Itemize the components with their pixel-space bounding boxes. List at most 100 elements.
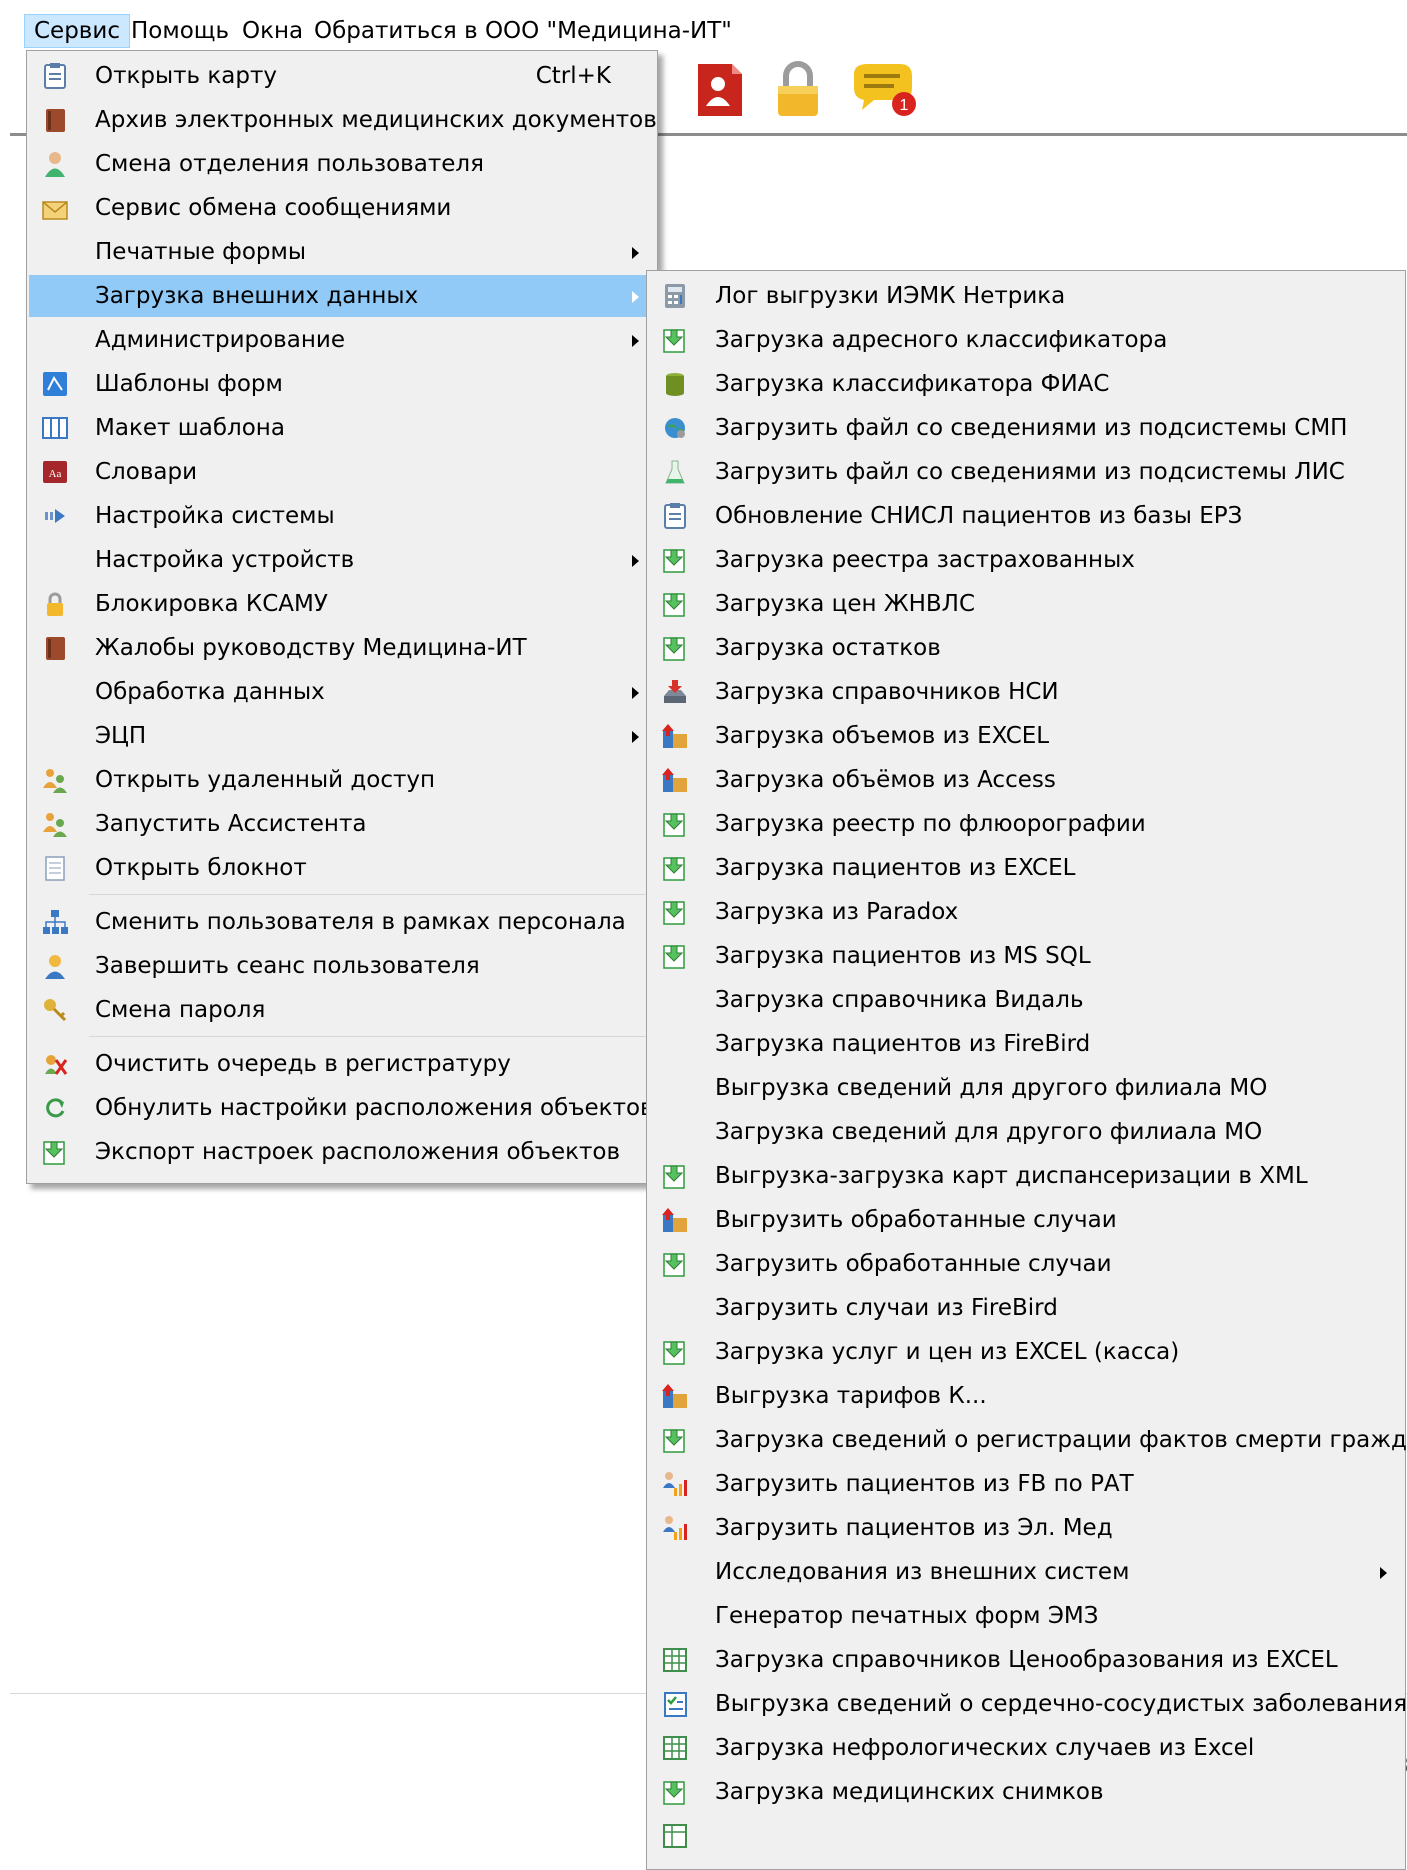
submenu-item[interactable]: Загрузка справочников НСИ <box>649 671 1403 713</box>
submenu-item[interactable]: Выгрузка тарифов К... <box>649 1375 1403 1417</box>
pdf-user-icon[interactable] <box>688 58 752 122</box>
download-doc-icon <box>663 1341 685 1365</box>
submenu-item-label: Загрузка пациентов из FireBird <box>715 1031 1091 1057</box>
notepad-icon <box>45 856 65 881</box>
submenu-item[interactable]: Обновление СНИСЛ пациентов из базы ЕРЗ <box>649 495 1403 537</box>
menu-item-device-settings[interactable]: Настройка устройств <box>29 539 655 581</box>
menu-item-open-card[interactable]: Открыть карту Ctrl+K <box>29 55 655 97</box>
menu-item-messaging[interactable]: Сервис обмена сообщениями <box>29 187 655 229</box>
menu-separator <box>89 894 653 895</box>
submenu-item[interactable]: Загрузка сведений для другого филиала МО <box>649 1111 1403 1153</box>
menu-item-label: Блокировка КСАМУ <box>95 591 328 617</box>
submenu-item[interactable]: Выгрузка сведений для другого филиала МО <box>649 1067 1403 1109</box>
menu-item-label: Печатные формы <box>95 239 307 265</box>
template-icon <box>43 372 67 396</box>
menu-item-label: Очистить очередь в регистратуру <box>95 1051 511 1077</box>
submenu-item[interactable]: Загрузка объёмов из Access <box>649 759 1403 801</box>
user-chart-icon <box>663 1472 687 1496</box>
submenu-item[interactable]: Загрузка нефрологических случаев из Exce… <box>649 1727 1403 1769</box>
download-doc-icon <box>663 329 685 353</box>
submenu-item[interactable]: Загрузить обработанные случаи <box>649 1243 1403 1285</box>
submenu-item[interactable]: Генератор печатных форм ЭМЗ <box>649 1595 1403 1637</box>
submenu-item[interactable]: Загрузка классификатора ФИАС <box>649 363 1403 405</box>
menu-windows[interactable]: Окна <box>233 14 312 48</box>
menu-item-digital-signature[interactable]: ЭЦП <box>29 715 655 757</box>
submenu-item[interactable]: Исследования из внешних систем <box>649 1551 1403 1593</box>
menu-item-label: Архив электронных медицинских документов <box>95 107 657 133</box>
menu-item-administration[interactable]: Администрирование <box>29 319 655 361</box>
menu-item-data-processing[interactable]: Обработка данных <box>29 671 655 713</box>
submenu-item[interactable]: Загрузка из Paradox <box>649 891 1403 933</box>
menu-item-open-notepad[interactable]: Открыть блокнот <box>29 847 655 889</box>
submenu-item[interactable]: Загрузка адресного классификатора <box>649 319 1403 361</box>
submenu-item[interactable]: Выгрузка-загрузка карт диспансеризации в… <box>649 1155 1403 1197</box>
menu-item-print-forms[interactable]: Печатные формы <box>29 231 655 273</box>
submenu-item-label: Загрузка услуг и цен из EXCEL (касса) <box>715 1339 1180 1365</box>
submenu-item[interactable]: Загрузка реестр по флюорографии <box>649 803 1403 845</box>
menu-item-remote-access[interactable]: Открыть удаленный доступ <box>29 759 655 801</box>
menu-item-form-templates[interactable]: Шаблоны форм <box>29 363 655 405</box>
menu-contact[interactable]: Обратиться в ООО "Медицина-ИТ" <box>305 14 741 48</box>
submenu-item[interactable]: Загрузка справочников Ценообразования из… <box>649 1639 1403 1681</box>
submenu-item[interactable]: Загрузить случаи из FireBird <box>649 1287 1403 1329</box>
submenu-item[interactable]: Загрузка пациентов из FireBird <box>649 1023 1403 1065</box>
submenu-item[interactable]: Загрузка пациентов из MS SQL <box>649 935 1403 977</box>
lock-icon <box>47 592 63 616</box>
menu-service[interactable]: Сервис <box>24 14 130 48</box>
submenu-item[interactable]: Загрузка остатков <box>649 627 1403 669</box>
submenu-item-label: Загрузка нефрологических случаев из Exce… <box>715 1735 1255 1761</box>
menu-item-switch-user[interactable]: Сменить пользователя в рамках персонала <box>29 901 655 943</box>
card-icon <box>44 63 66 89</box>
menu-item-complaints[interactable]: Жалобы руководству Медицина-ИТ <box>29 627 655 669</box>
submenu-item[interactable]: Загрузка справочника Видаль <box>649 979 1403 1021</box>
package-upload-icon <box>662 724 687 748</box>
submenu-item[interactable]: Загрузить пациентов из FB по РАТ <box>649 1463 1403 1505</box>
menu-item-dictionaries[interactable]: Aa Словари <box>29 451 655 493</box>
envelope-icon <box>42 201 68 220</box>
menu-item-change-password[interactable]: Смена пароля <box>29 989 655 1031</box>
submenu-item[interactable]: Загрузить файл со сведениями из подсисте… <box>649 407 1403 449</box>
submenu-item[interactable]: Загрузить пациентов из Эл. Мед <box>649 1507 1403 1549</box>
submenu-item-label: Загрузка медицинских снимков <box>715 1779 1104 1805</box>
menu-item-label: Загрузка внешних данных <box>95 283 419 309</box>
submenu-item[interactable]: Загрузка медицинских снимков <box>649 1771 1403 1813</box>
submenu-item-label: Выгрузка сведений о сердечно-сосудистых … <box>715 1691 1407 1717</box>
package-upload-icon <box>662 768 687 792</box>
menu-item-system-settings[interactable]: Настройка системы <box>29 495 655 537</box>
grid-layout-icon <box>42 417 68 439</box>
submenu-item[interactable]: Выгрузка сведений о сердечно-сосудистых … <box>649 1683 1407 1725</box>
menu-item-change-department[interactable]: Смена отделения пользователя <box>29 143 655 185</box>
menu-item-lock-ksamu[interactable]: Блокировка КСАМУ <box>29 583 655 625</box>
menu-item-run-assistant[interactable]: Запустить Ассистента <box>29 803 655 845</box>
submenu-arrow-icon <box>632 335 639 347</box>
menu-item-template-layout[interactable]: Макет шаблона <box>29 407 655 449</box>
submenu-item[interactable]: Загрузка реестра застрахованных <box>649 539 1403 581</box>
submenu-item[interactable]: Загрузка объемов из EXCEL <box>649 715 1403 757</box>
submenu-item[interactable]: Загрузить файл со сведениями из подсисте… <box>649 451 1403 493</box>
submenu-item[interactable]: Загрузка сведений о регистрации фактов с… <box>649 1419 1407 1461</box>
submenu-item[interactable]: Выгрузить обработанные случаи <box>649 1199 1403 1241</box>
shortcut-label: Ctrl+K <box>535 63 611 89</box>
submenu-item[interactable] <box>649 1815 1403 1857</box>
menu-help[interactable]: Помощь <box>122 14 238 48</box>
submenu-item-label: Загрузка из Paradox <box>715 899 959 925</box>
submenu-item[interactable]: Загрузка пациентов из EXCEL <box>649 847 1403 889</box>
download-doc-icon <box>663 813 685 837</box>
menu-item-label: Настройка системы <box>95 503 335 529</box>
submenu-item-label: Загрузка адресного классификатора <box>715 327 1168 353</box>
lock-icon[interactable] <box>766 58 830 122</box>
menu-item-clear-queue[interactable]: Очистить очередь в регистратуру <box>29 1043 655 1085</box>
menu-item-end-session[interactable]: Завершить сеанс пользователя <box>29 945 655 987</box>
menu-item-export-layout[interactable]: Экспорт настроек расположения объектов <box>29 1131 655 1173</box>
menu-item-label: Обработка данных <box>95 679 325 705</box>
submenu-item[interactable]: Лог выгрузки ИЭМК Нетрика <box>649 275 1403 317</box>
menu-item-external-data[interactable]: Загрузка внешних данных <box>29 275 655 317</box>
menu-item-archive[interactable]: Архив электронных медицинских документов <box>29 99 657 141</box>
download-doc-icon <box>663 901 685 925</box>
menu-item-label: Открыть удаленный доступ <box>95 767 436 793</box>
chat-notification-icon[interactable]: 1 <box>848 58 920 122</box>
submenu-item[interactable]: Загрузка услуг и цен из EXCEL (касса) <box>649 1331 1403 1373</box>
submenu-item[interactable]: Загрузка цен ЖНВЛС <box>649 583 1403 625</box>
menu-item-reset-layout[interactable]: Обнулить настройки расположения объектов <box>29 1087 655 1129</box>
complaint-book-icon <box>46 637 65 660</box>
